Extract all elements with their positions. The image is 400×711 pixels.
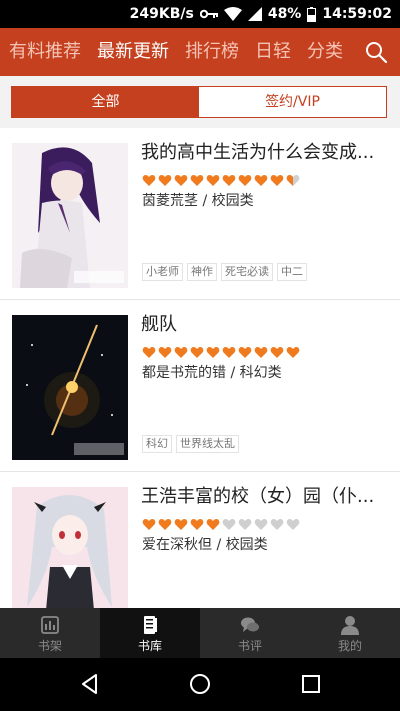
tab-latest-updates[interactable]: 最新更新 [97,28,169,76]
tag[interactable]: 死宅必读 [221,263,273,281]
tab-rankings[interactable]: 排行榜 [185,28,239,76]
comments-icon [241,617,259,632]
heart-icon [190,175,204,186]
heart-icon [270,347,284,358]
heart-empty-icon [286,519,300,530]
heart-icon [174,347,188,358]
back-icon[interactable] [78,672,102,696]
book-cover[interactable] [12,143,128,288]
book-title[interactable]: 王浩丰富的校（女）园（仆... [141,484,385,510]
heart-icon [142,175,156,186]
heart-icon [206,175,220,186]
book-author-category: 都是书荒的错 / 科幻类 [142,365,282,381]
tag[interactable]: 世界线太乱 [176,435,239,453]
tag[interactable]: 科幻 [142,435,172,453]
heart-icon [238,175,252,186]
tab-label: 书评 [237,639,262,653]
tab-japanese-lightnovel[interactable]: 日轻 [255,28,291,76]
book-author-category: 茵菱荒茎 / 校园类 [142,193,254,209]
heart-icon [142,347,156,358]
book-item[interactable]: 舰队 都是书荒的错 / 科幻类 科幻 世界线太乱 [0,300,400,472]
heart-icon [158,519,172,530]
heart-icon [174,175,188,186]
tag-list: 小老师 神作 死宅必读 中二 [142,263,307,281]
heart-icon [222,175,236,186]
heart-icon [286,347,300,358]
rating-hearts [142,174,300,187]
battery-icon [307,6,317,22]
bottom-tab-bar: 书架 书库 书评 我的 [0,608,400,658]
tab-library[interactable]: 书库 [100,608,200,658]
network-speed: 249KB/s [129,6,194,22]
signal-icon [247,7,262,21]
heart-icon [206,347,220,358]
profile-icon [341,616,359,635]
library-icon [144,616,157,634]
clock: 14:59:02 [322,6,392,22]
heart-half-icon [286,175,300,186]
heart-icon [206,519,220,530]
segment-vip[interactable]: 签约/VIP [199,87,386,117]
tab-bookshelf[interactable]: 书架 [0,608,100,658]
tab-label: 书架 [37,639,62,653]
home-icon[interactable] [188,672,212,696]
tag[interactable]: 小老师 [142,263,183,281]
heart-empty-icon [238,519,252,530]
heart-icon [190,347,204,358]
rating-hearts [142,346,300,359]
book-cover[interactable] [12,487,128,608]
heart-empty-icon [254,519,268,530]
status-bar: 249KB/s 48% 14:59:02 [0,0,400,28]
tag[interactable]: 神作 [187,263,217,281]
tab-label: 书库 [137,639,162,653]
tab-recommended[interactable]: 有料推荐 [9,28,81,76]
heart-icon [270,175,284,186]
rating-hearts [142,518,300,531]
bookshelf-icon [41,616,59,634]
vpn-key-icon [199,9,218,19]
filter-segment: 全部 签约/VIP [11,86,387,118]
segment-all[interactable]: 全部 [12,87,199,117]
book-title[interactable]: 舰队 [141,312,385,338]
heart-icon [190,519,204,530]
heart-icon [158,175,172,186]
book-item[interactable]: 我的高中生活为什么会变成... 茵菱荒茎 / 校园类 小老师 神作 死宅必读 中… [0,128,400,300]
recents-icon[interactable] [299,672,323,696]
tab-profile[interactable]: 我的 [300,608,400,658]
heart-icon [254,347,268,358]
tag-list: 科幻 世界线太乱 [142,435,239,453]
system-nav-bar [0,658,400,711]
tab-label: 我的 [337,639,362,653]
heart-icon [174,519,188,530]
tab-reviews[interactable]: 书评 [200,608,300,658]
book-title[interactable]: 我的高中生活为什么会变成... [141,140,385,166]
battery-percent: 48% [267,6,302,22]
book-author-category: 爱在深秋但 / 校园类 [142,537,268,553]
book-list: 我的高中生活为什么会变成... 茵菱荒茎 / 校园类 小老师 神作 死宅必读 中… [0,128,400,608]
status-icons: 249KB/s 48% 14:59:02 [130,0,392,28]
top-nav: 有料推荐 最新更新 排行榜 日轻 分类 [0,28,400,76]
book-cover[interactable] [12,315,128,460]
heart-empty-icon [222,519,236,530]
heart-icon [238,347,252,358]
book-item[interactable]: 王浩丰富的校（女）园（仆... 爱在深秋但 / 校园类 [0,472,400,608]
search-icon[interactable] [364,40,388,64]
wifi-icon [223,7,242,21]
tag[interactable]: 中二 [277,263,307,281]
heart-icon [158,347,172,358]
heart-empty-icon [270,519,284,530]
heart-icon [222,347,236,358]
tab-categories[interactable]: 分类 [307,28,343,76]
heart-icon [142,519,156,530]
heart-icon [254,175,268,186]
